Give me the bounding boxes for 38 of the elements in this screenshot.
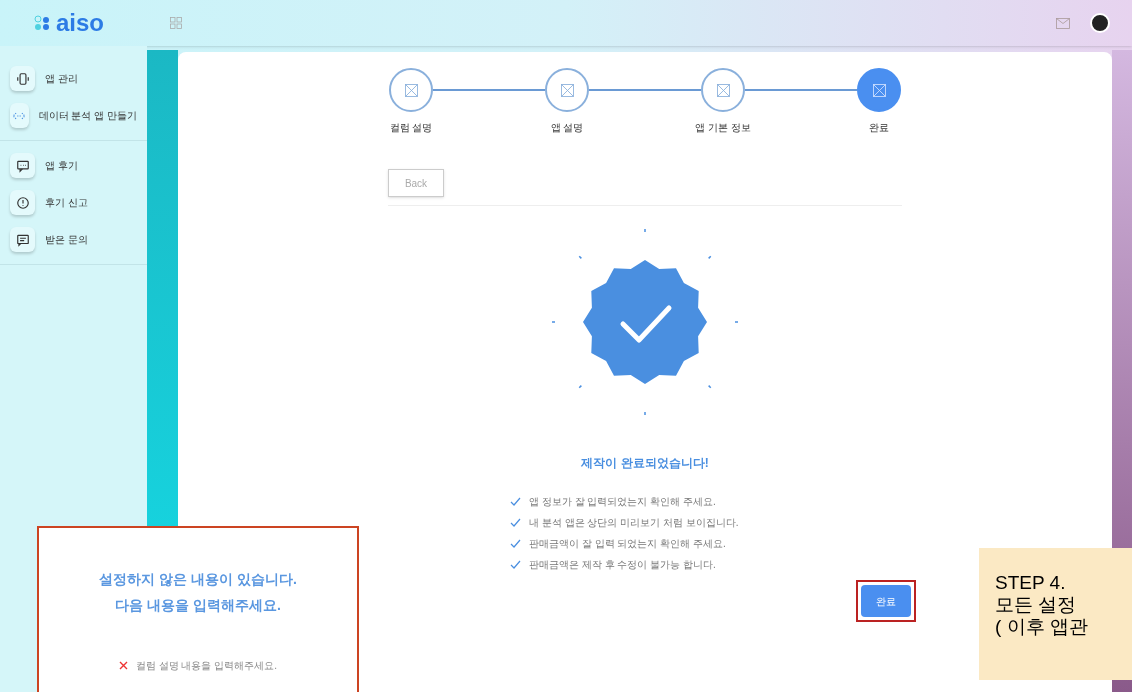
check-icon [510, 497, 521, 506]
sidebar-item[interactable]: 앱 관리 [0, 60, 147, 97]
popup-error-text: 컬럼 설명 내용을 입력해주세요. [135, 659, 278, 673]
step-label: 앱 설명 [550, 121, 584, 135]
note-text: 모든 설정 [995, 594, 1078, 616]
check-icon [510, 518, 521, 527]
message-icon [15, 232, 30, 247]
check-icon [510, 539, 521, 548]
checklist-text: 내 분석 앱은 상단의 미리보기 처럼 보이집니다. [529, 516, 739, 530]
checklist-text: 앱 정보가 잘 입력되었는지 확인해 주세요. [529, 495, 716, 509]
image-placeholder-icon [716, 83, 730, 97]
popup-title: 다음 내용을 입력해주세요. [115, 596, 281, 615]
popup-title: 설정하지 않은 내용이 있습니다. [99, 570, 297, 589]
grid-icon[interactable] [170, 17, 182, 29]
phone-icon [15, 71, 30, 86]
step-label: 앱 기본 정보 [695, 121, 751, 135]
chat-icon [15, 158, 30, 173]
checklist-text: 판매금액이 잘 입력 되었는지 확인해 주세요. [529, 537, 726, 551]
note-text: ( 이후 앱관 [995, 616, 1089, 638]
check-icon [510, 560, 521, 569]
image-placeholder-icon [404, 83, 418, 97]
sidebar-item[interactable]: 앱 후기 [0, 147, 147, 184]
image-placeholder-icon [872, 83, 886, 97]
avatar[interactable] [1090, 13, 1110, 33]
note-text: STEP 4. [995, 572, 1067, 594]
image-placeholder-icon [560, 83, 574, 97]
sidebar-item[interactable]: 데이터 분석 앱 만들기 [0, 97, 147, 134]
sidebar-item[interactable]: 후기 신고 [0, 184, 147, 221]
step-label: 컬럼 설명 [389, 121, 433, 135]
logo-dots-icon [34, 15, 52, 31]
close-icon [118, 661, 128, 670]
mail-icon[interactable] [1056, 17, 1070, 29]
logo: aiso [34, 5, 170, 41]
step-label: 완료 [869, 121, 889, 135]
complete-title: 제작이 완료되었습니다! [581, 455, 709, 472]
sidebar-item[interactable]: 받은 문의 [0, 221, 147, 258]
alert-icon [15, 195, 30, 210]
checklist-text: 판매금액은 제작 후 수정이 불가능 합니다. [529, 558, 716, 572]
